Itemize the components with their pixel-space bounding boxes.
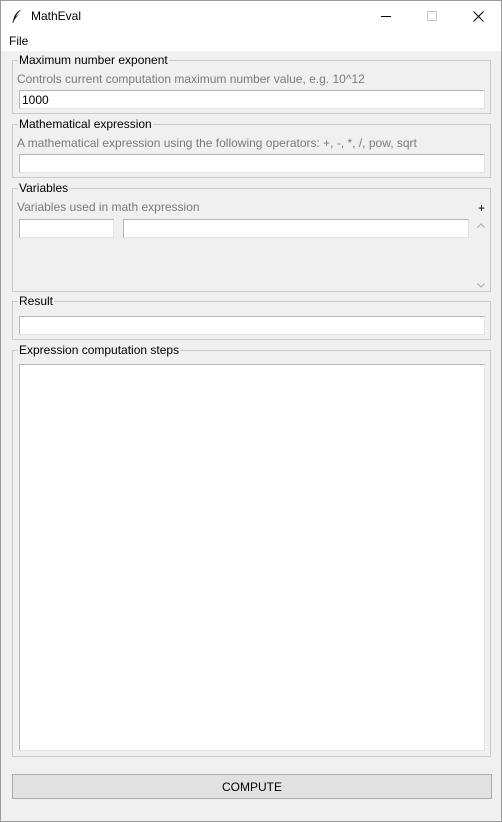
scroll-up-icon[interactable] [475,219,487,231]
result-output[interactable] [19,316,485,335]
steps-textarea[interactable] [19,364,485,751]
variables-group: Variables Variables used in math express… [12,181,491,292]
window-title: MathEval [31,9,82,23]
exponent-input[interactable] [19,90,485,109]
expression-hint: A mathematical expression using the foll… [17,136,417,150]
expression-group: Mathematical expression A mathematical e… [12,117,491,178]
app-window: MathEval File Maximum number exponent Co… [0,0,502,822]
result-group: Result [12,294,491,340]
minimize-button[interactable] [363,1,409,31]
steps-group-title: Expression computation steps [18,343,181,357]
minimize-icon [381,16,391,17]
feather-icon [9,8,25,24]
expression-group-title: Mathematical expression [18,117,153,131]
menu-bar: File [1,31,501,51]
exponent-hint: Controls current computation maximum num… [17,72,365,86]
variable-name-input[interactable] [19,219,114,238]
menu-file[interactable]: File [9,34,28,48]
steps-group: Expression computation steps [12,343,491,757]
scroll-down-icon[interactable] [475,279,487,291]
maximize-icon [427,11,437,21]
variables-scrollbar[interactable] [475,219,487,291]
add-variable-button[interactable]: + [478,201,485,215]
variables-group-title: Variables [18,181,70,195]
expression-input[interactable] [19,154,485,173]
maximize-button[interactable] [409,1,455,31]
exponent-group-title: Maximum number exponent [18,53,169,67]
result-group-title: Result [18,294,55,308]
compute-button[interactable]: COMPUTE [12,774,492,799]
exponent-group: Maximum number exponent Controls current… [12,53,491,114]
variable-value-input[interactable] [123,219,469,238]
close-icon [472,10,484,22]
close-button[interactable] [455,1,501,31]
variables-hint: Variables used in math expression [17,200,200,214]
title-bar[interactable]: MathEval [1,1,501,31]
